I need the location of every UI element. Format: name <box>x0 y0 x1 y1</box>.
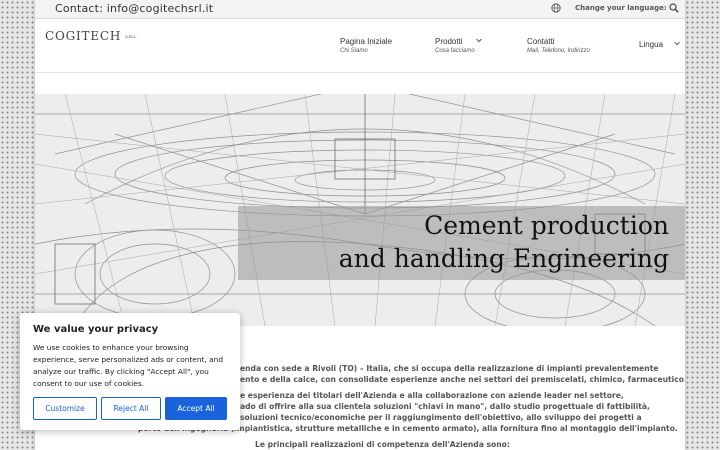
reject-all-button[interactable]: Reject All <box>101 397 161 420</box>
hero-title-line-1: Cement production <box>424 211 669 240</box>
search-icon[interactable] <box>669 3 679 13</box>
cookie-consent-dialog: We value your privacy We use cookies to … <box>20 313 240 430</box>
chevron-down-icon <box>674 41 680 46</box>
nav-item-label: Pagina Iniziale <box>340 37 393 46</box>
cookie-title: We value your privacy <box>33 324 159 335</box>
top-bar: Contact: info@cogitechsrl.it Change your… <box>35 0 685 19</box>
nav-item-sublabel: Cosa facciamo <box>435 48 475 54</box>
hero-banner: Cement production and handling Engineeri… <box>35 94 685 326</box>
globe-icon[interactable] <box>551 3 561 13</box>
logo-suffix: S.R.L. <box>125 34 138 39</box>
nav-item-contacts[interactable]: Contatti Mail, Telefono, Indirizzo <box>527 37 590 54</box>
nav-item-language[interactable]: Lingua <box>639 40 684 49</box>
header: COGITECH S.R.L. Pagina Iniziale Chi Siamo… <box>35 19 685 73</box>
cookie-text: We use cookies to enhance your browsing … <box>33 343 224 388</box>
nav-item-sublabel: Chi Siamo <box>340 48 368 54</box>
intro-paragraph-2-line-1: e esperienza dei titolari dell'Azienda e… <box>240 391 624 400</box>
nav-item-products[interactable]: Prodotti Cosa facciamo <box>435 37 485 54</box>
intro-paragraph-3: Le principali realizzazioni di competenz… <box>255 440 510 449</box>
customize-button[interactable]: Customize <box>33 397 97 420</box>
chevron-down-icon <box>476 38 482 43</box>
logo-text: COGITECH <box>45 29 122 43</box>
intro-paragraph-2-line-2: ado di offrire alla sua clientela soluzi… <box>240 402 650 411</box>
nav-item-home[interactable]: Pagina Iniziale Chi Siamo <box>340 37 392 54</box>
nav-item-sublabel: Mail, Telefono, Indirizzo <box>527 48 590 54</box>
intro-paragraph-2-line-3: soluzioni tecnico/economiche per il ragg… <box>240 413 642 422</box>
contact-email[interactable]: Contact: info@cogitechsrl.it <box>55 2 213 15</box>
language-label: Change your language: <box>575 4 667 12</box>
intro-paragraph-1-line-2: ento e della calce, con consolidate espe… <box>240 375 685 384</box>
language-switcher[interactable]: Change your language: <box>551 3 667 13</box>
accept-all-button[interactable]: Accept All <box>165 397 227 420</box>
site-logo[interactable]: COGITECH S.R.L. <box>45 29 137 43</box>
nav-item-label: Contatti <box>527 37 555 46</box>
hero-caption: Cement production and handling Engineeri… <box>238 206 685 280</box>
intro-paragraph-1-line-1: enda con sede a Rivoli (TO) – Italia, ch… <box>240 364 659 373</box>
hero-title-line-2: and handling Engineering <box>338 244 669 273</box>
